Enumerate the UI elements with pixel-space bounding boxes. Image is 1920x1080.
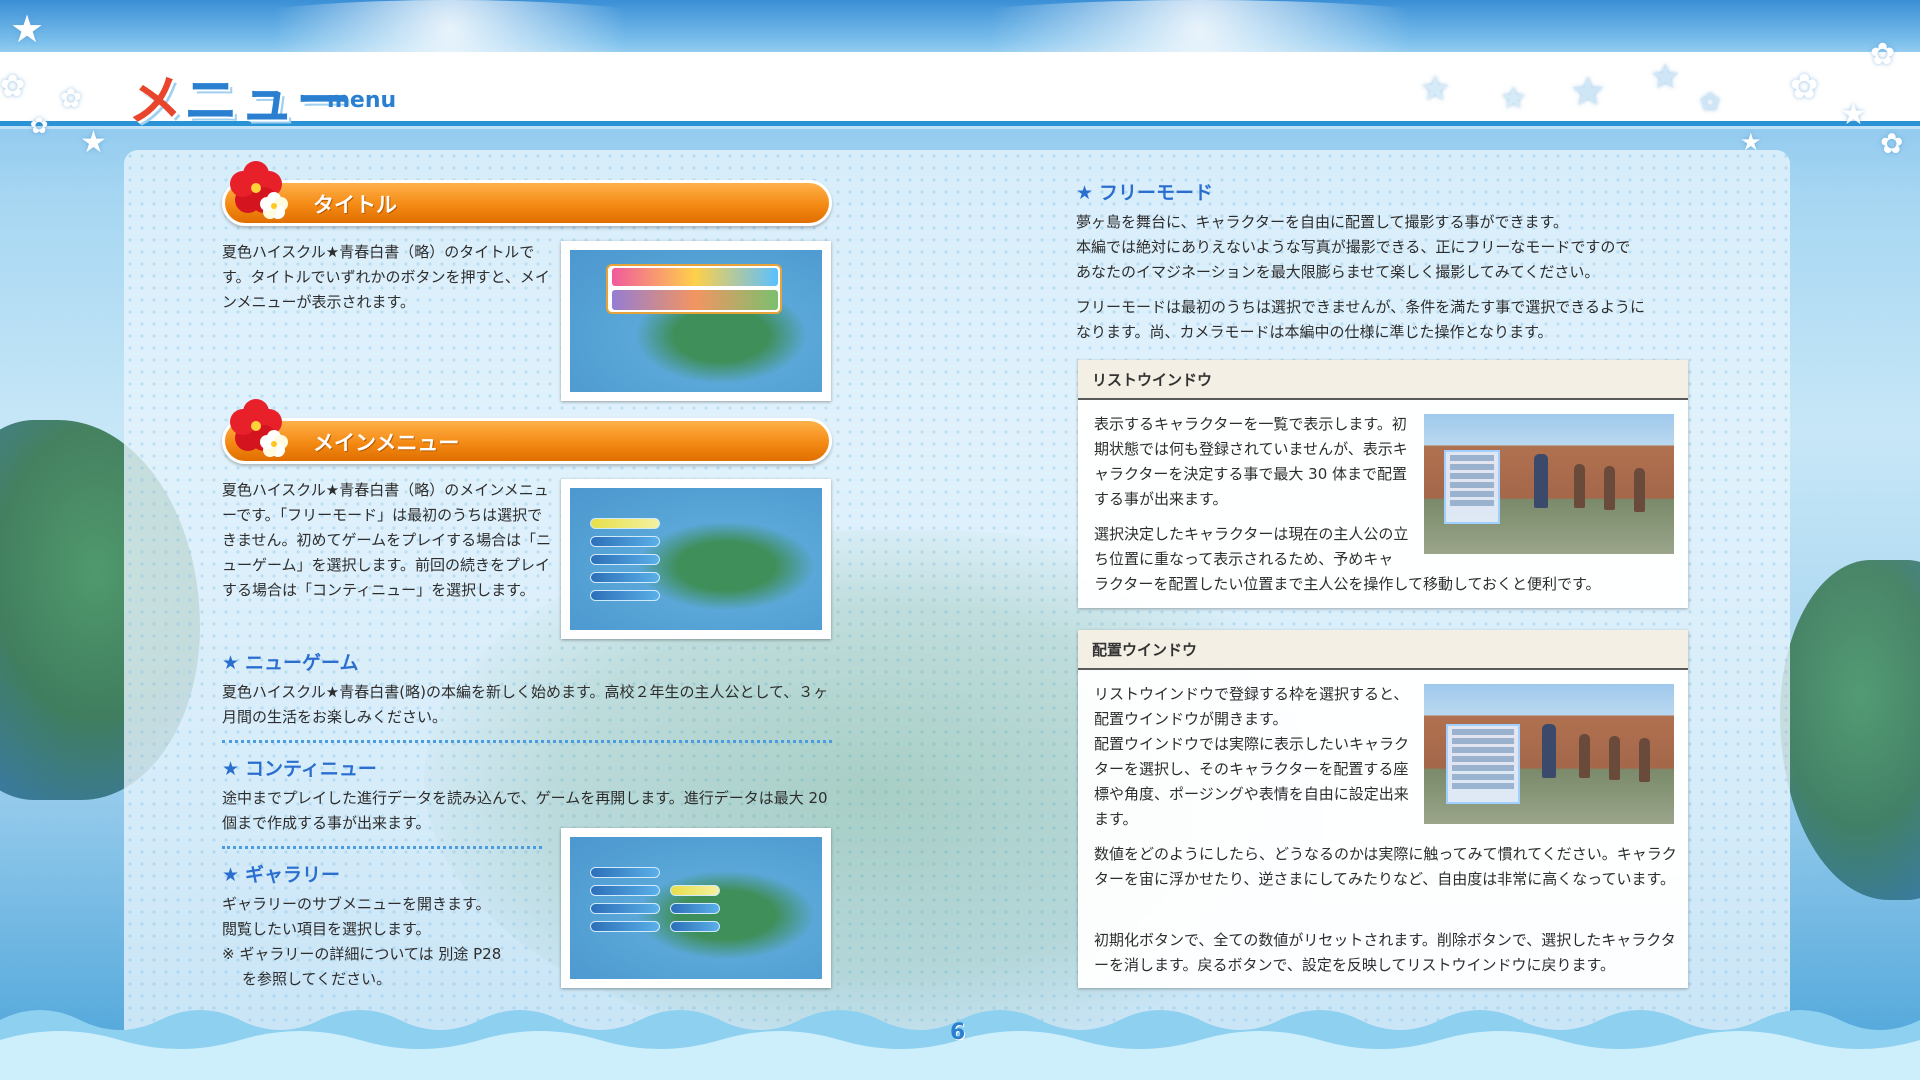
free-mode-line-2: 本編では絶対にありえないような写真が撮影できる、正にフリーなモードですので — [1076, 238, 1631, 256]
section-header-main-menu: メインメニュー — [222, 418, 832, 464]
star-icon: ★ — [222, 758, 240, 780]
gallery-screen-image — [570, 837, 822, 979]
dotted-divider — [222, 846, 542, 849]
section-header-title: タイトル — [222, 180, 832, 226]
dotted-divider — [222, 740, 832, 743]
star-icon: ★ — [1076, 182, 1094, 204]
free-mode-line-3: あなたのイマジネーションを最大限膨らませて楽しく撮影してみてください。 — [1076, 263, 1600, 281]
gallery-note-2: を参照してください。 — [242, 970, 392, 988]
free-mode-description: 夢ヶ島を舞台に、キャラクターを自由に配置して撮影する事ができます。 本編では絶対… — [1076, 210, 1696, 345]
game-logo — [606, 264, 782, 314]
list-window-title: リストウインドウ — [1078, 360, 1688, 400]
main-menu-description: 夏色ハイスクル★青春白書（略）のメインメニューです。「フリーモード」は最初のうち… — [222, 481, 552, 599]
gallery-screenshot — [561, 828, 831, 988]
page-title-first-char: メ — [128, 69, 184, 132]
gallery-note-1: ※ ギャラリーの詳細については 別途 P28 — [222, 945, 502, 963]
placement-window-text-3: 数値をどのようにしたら、どうなるのかは実際に触ってみて慣れてください。キャラクタ… — [1094, 845, 1677, 888]
list-window-box: リストウインドウ 表示するキャラクターを一覧で表示します。初期状態では何も登録さ… — [1078, 360, 1688, 608]
placement-window-panel — [1446, 724, 1520, 804]
free-mode-line-4: フリーモードは最初のうちは選択できませんが、条件を満たす事で選択できるように — [1076, 298, 1645, 316]
title-screenshot — [561, 241, 831, 401]
page-title: メニュー — [128, 56, 352, 135]
placement-window-title: 配置ウインドウ — [1078, 630, 1688, 670]
placement-window-screenshot — [1424, 684, 1674, 824]
list-window-panel — [1444, 450, 1500, 524]
title-description: 夏色ハイスクル★青春白書（略）のタイトルです。タイトルでいずれかのボタンを押すと… — [222, 243, 550, 311]
placement-window-text-1: リストウインドウで登録する枠を選択すると、配置ウインドウが開きます。 — [1094, 685, 1409, 728]
free-mode-line-5: なります。尚、カメラモードは本編中の仕様に準じた操作となります。 — [1076, 323, 1553, 341]
main-menu-screenshot — [561, 479, 831, 639]
gallery-line-2: 閲覧したい項目を選択します。 — [222, 920, 431, 938]
list-window-screenshot — [1424, 414, 1674, 554]
main-menu-screen-image — [570, 488, 822, 630]
free-mode-heading: ★ フリーモード — [1076, 182, 1214, 204]
placement-window-text-2: 配置ウインドウでは実際に表示したいキャラクターを選択し、そのキャラクターを配置す… — [1094, 735, 1410, 828]
cloud-decoration — [200, 0, 700, 60]
list-window-text-2a: 選択決定したキャラクターは現在の主人公の立ち位置に重なって表示されるため、予めキ… — [1094, 525, 1409, 568]
placement-window-box: 配置ウインドウ リストウインドウで登録する枠を選択すると、配置ウインドウが開きま… — [1078, 630, 1688, 988]
section-heading-main-menu: メインメニュー — [313, 431, 460, 455]
star-icon: ★ — [222, 864, 240, 886]
free-mode-line-1: 夢ヶ島を舞台に、キャラクターを自由に配置して撮影する事ができます。 — [1076, 213, 1569, 231]
new-game-heading: ★ ニューゲーム — [222, 652, 359, 674]
list-window-text-2b: ラクターを配置したい位置まで主人公を操作して移動しておくと便利です。 — [1094, 575, 1601, 593]
hibiscus-icon — [230, 161, 288, 219]
gallery-line-1: ギャラリーのサブメニューを開きます。 — [222, 895, 491, 913]
title-screen-image — [570, 250, 822, 392]
section-heading-title: タイトル — [313, 193, 397, 217]
hibiscus-icon — [230, 399, 288, 457]
gallery-heading: ★ ギャラリー — [222, 864, 341, 886]
new-game-description: 夏色ハイスクル★青春白書(略)の本編を新しく始めます。高校２年生の主人公として、… — [222, 683, 829, 726]
placement-window-text-4: 初期化ボタンで、全ての数値がリセットされます。削除ボタンで、選択したキャラクター… — [1094, 931, 1676, 974]
page-number: 6 — [950, 1020, 966, 1045]
list-window-text-1: 表示するキャラクターを一覧で表示します。初期状態では何も登録されていませんが、表… — [1094, 415, 1408, 508]
star-decoration-right: ★ ★ ★ ★ ✿ ✿ ★ ✿ ✿ ★ — [1420, 37, 1904, 160]
gallery-description: ギャラリーのサブメニューを開きます。 閲覧したい項目を選択します。 ※ ギャラリ… — [222, 892, 552, 992]
island-decoration-right — [1780, 560, 1920, 900]
continue-heading: ★ コンティニュー — [222, 758, 377, 780]
star-icon: ★ — [222, 652, 240, 674]
page-subtitle: menu — [327, 88, 397, 113]
